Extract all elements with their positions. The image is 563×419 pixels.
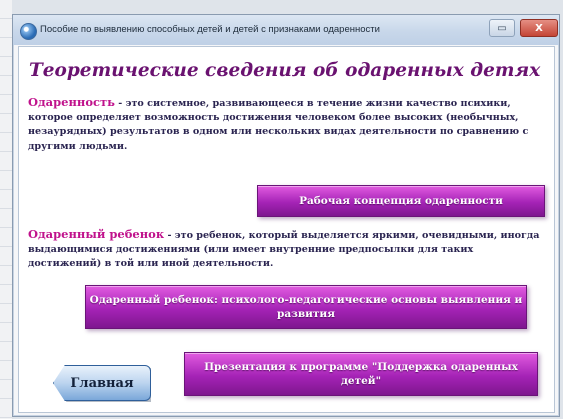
working-concept-label: Рабочая концепция одаренности xyxy=(299,195,503,207)
content-area: Теоретические сведения об одаренных детя… xyxy=(18,46,555,413)
window-title: Пособие по выявлению способных детей и д… xyxy=(40,24,380,35)
close-button[interactable]: X xyxy=(520,19,558,37)
giftedness-term: Одаренность xyxy=(28,95,115,109)
working-concept-button[interactable]: Рабочая концепция одаренности xyxy=(257,185,545,217)
gifted-child-paragraph: Одаренный ребенок - это ребенок, который… xyxy=(28,227,548,272)
gifted-child-term: Одаренный ребенок xyxy=(28,227,165,241)
psychological-basics-label: Одаренный ребенок: психолого-педагогичес… xyxy=(89,294,523,320)
home-button[interactable]: Главная xyxy=(53,365,151,401)
globe-icon xyxy=(20,23,37,40)
close-icon: X xyxy=(535,22,543,34)
minimize-icon: ▭ xyxy=(497,22,507,34)
psychological-basics-button[interactable]: Одаренный ребенок: психолого-педагогичес… xyxy=(85,285,527,329)
presentation-label: Презентация к программе "Поддержка одаре… xyxy=(204,361,518,387)
giftedness-paragraph: Одаренность - это системное, развивающее… xyxy=(28,95,548,154)
desktop-background xyxy=(0,0,12,419)
minimize-button[interactable]: ▭ xyxy=(489,19,515,37)
title-bar[interactable]: Пособие по выявлению способных детей и д… xyxy=(13,15,559,45)
page-title: Теоретические сведения об одаренных детя… xyxy=(29,60,541,81)
home-button-label: Главная xyxy=(70,375,134,391)
app-window: Пособие по выявлению способных детей и д… xyxy=(12,14,560,417)
presentation-button[interactable]: Презентация к программе "Поддержка одаре… xyxy=(184,352,538,396)
